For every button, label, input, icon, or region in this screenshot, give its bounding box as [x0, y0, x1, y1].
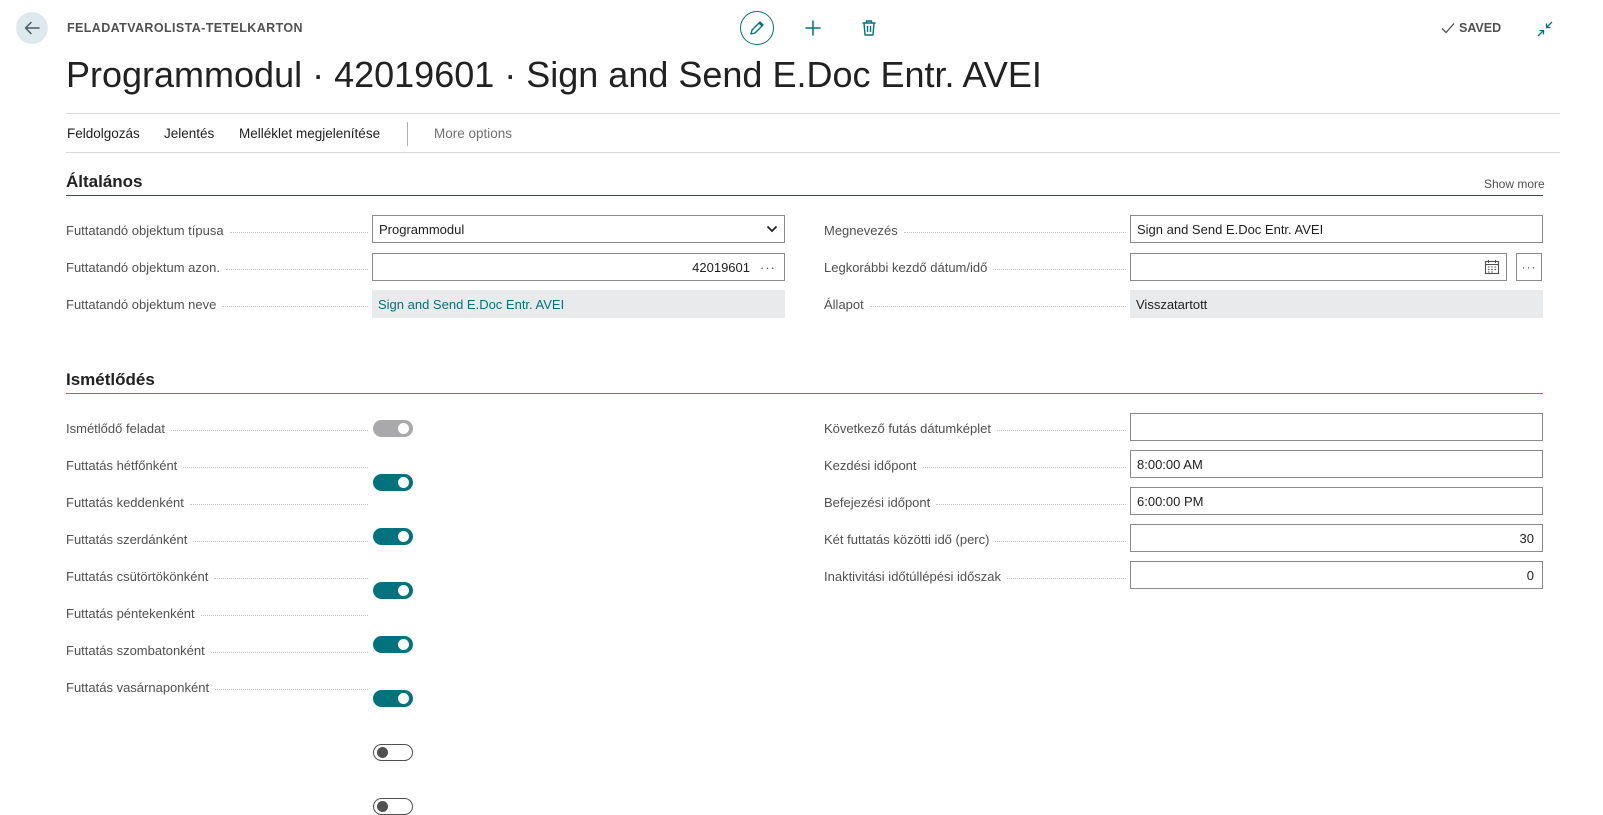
action-feldolgozas[interactable]: Feldolgozás	[67, 126, 140, 141]
toggle-label-friday: Futtatás péntekenként	[66, 603, 368, 623]
toggle-label-monday: Futtatás hétfőnként	[66, 455, 368, 475]
plus-icon	[805, 20, 821, 36]
edit-button[interactable]	[740, 11, 774, 45]
field-label-end-time: Befejezési időpont	[824, 492, 1126, 512]
arrow-left-icon	[24, 21, 40, 35]
toggle-tuesday[interactable]	[373, 528, 413, 545]
object-name-link[interactable]: Sign and Send E.Doc Entr. AVEI	[378, 297, 564, 312]
inactivity-value: 0	[1526, 567, 1534, 583]
calendar-button[interactable]	[1484, 259, 1500, 275]
object-id-value: 42019601	[692, 259, 750, 275]
field-label-status: Állapot	[824, 294, 1126, 314]
object-name-field: Sign and Send E.Doc Entr. AVEI	[372, 290, 785, 318]
toggle-label-tuesday: Futtatás keddenként	[66, 492, 368, 512]
show-more-link[interactable]: Show more	[1484, 177, 1545, 191]
delete-button[interactable]	[855, 14, 883, 42]
object-type-value: Programmodul	[379, 221, 465, 237]
collapse-icon	[1537, 21, 1553, 37]
field-label-object-type: Futtatandó objektum típusa	[66, 220, 368, 240]
action-jelentes[interactable]: Jelentés	[164, 126, 214, 141]
toggle-thursday[interactable]	[373, 636, 413, 653]
toggle-label-sunday: Futtatás vasárnaponként	[66, 677, 368, 697]
section-title-general[interactable]: Általános	[66, 172, 143, 192]
description-field[interactable]: Sign and Send E.Doc Entr. AVEI	[1130, 215, 1543, 243]
toggle-label-saturday: Futtatás szombatonként	[66, 640, 368, 660]
page-title: Programmodul · 42019601 · Sign and Send …	[66, 54, 1042, 95]
chevron-down-icon	[766, 225, 778, 233]
field-label-object-name: Futtatandó objektum neve	[66, 294, 368, 314]
object-id-lookup-button[interactable]: ···	[760, 260, 776, 275]
toggle-sunday[interactable]	[373, 798, 413, 815]
calendar-icon	[1484, 260, 1500, 275]
minutes-between-field[interactable]: 30	[1130, 524, 1543, 552]
action-melleklet[interactable]: Melléklet megjelenítése	[239, 126, 380, 141]
toggle-label-recurring: Ismétlődő feladat	[66, 418, 368, 438]
field-label-object-id: Futtatandó objektum azon.	[66, 257, 368, 277]
toggle-label-wednesday: Futtatás szerdánként	[66, 529, 368, 549]
saved-label: SAVED	[1459, 21, 1502, 35]
status-field: Visszatartott	[1130, 290, 1543, 318]
page-caption: FELADATVAROLISTA-TETELKARTON	[67, 21, 303, 35]
action-separator	[407, 122, 408, 146]
toggle-label-thursday: Futtatás csütörtökönként	[66, 566, 368, 586]
check-icon	[1441, 23, 1455, 34]
object-id-field[interactable]: 42019601 ···	[372, 253, 785, 281]
start-time-value: 8:00:00 AM	[1137, 456, 1203, 472]
next-run-formula-field[interactable]	[1130, 413, 1543, 441]
inactivity-field[interactable]: 0	[1130, 561, 1543, 589]
field-label-minutes-between: Két futtatás közötti idő (perc)	[824, 529, 1126, 549]
section-title-recurrence[interactable]: Ismétlődés	[66, 370, 155, 390]
earliest-start-lookup-button[interactable]: ···	[1516, 253, 1542, 281]
saved-indicator: SAVED	[1441, 21, 1501, 35]
action-bar-top-divider	[66, 113, 1560, 114]
section-rule-general	[66, 195, 1543, 196]
earliest-start-field[interactable]	[1130, 253, 1507, 281]
back-button[interactable]	[16, 12, 48, 44]
field-label-next-run-formula: Következő futás dátumképlet	[824, 418, 1126, 438]
pencil-icon	[750, 21, 764, 35]
trash-icon	[862, 20, 876, 36]
status-value: Visszatartott	[1136, 296, 1208, 312]
toggle-saturday[interactable]	[373, 744, 413, 761]
end-time-value: 6:00:00 PM	[1137, 493, 1204, 509]
field-label-inactivity: Inaktivitási időtúllépési időszak	[824, 566, 1126, 586]
toggle-recurring[interactable]	[373, 420, 413, 437]
minutes-between-value: 30	[1519, 530, 1534, 546]
start-time-field[interactable]: 8:00:00 AM	[1130, 450, 1543, 478]
field-label-start-time: Kezdési időpont	[824, 455, 1126, 475]
field-label-earliest-start: Legkorábbi kezdő dátum/idő	[824, 257, 1126, 277]
description-value: Sign and Send E.Doc Entr. AVEI	[1137, 221, 1324, 237]
collapse-button[interactable]	[1532, 16, 1558, 42]
toggle-friday[interactable]	[373, 690, 413, 707]
end-time-field[interactable]: 6:00:00 PM	[1130, 487, 1543, 515]
section-rule-recurrence	[66, 393, 1543, 394]
action-more-options[interactable]: More options	[434, 126, 512, 141]
new-button[interactable]	[799, 14, 827, 42]
object-type-select[interactable]: Programmodul	[372, 215, 785, 243]
field-label-description: Megnevezés	[824, 220, 1126, 240]
toggle-monday[interactable]	[373, 474, 413, 491]
toggle-wednesday[interactable]	[373, 582, 413, 599]
action-bar-bottom-divider	[66, 152, 1560, 153]
